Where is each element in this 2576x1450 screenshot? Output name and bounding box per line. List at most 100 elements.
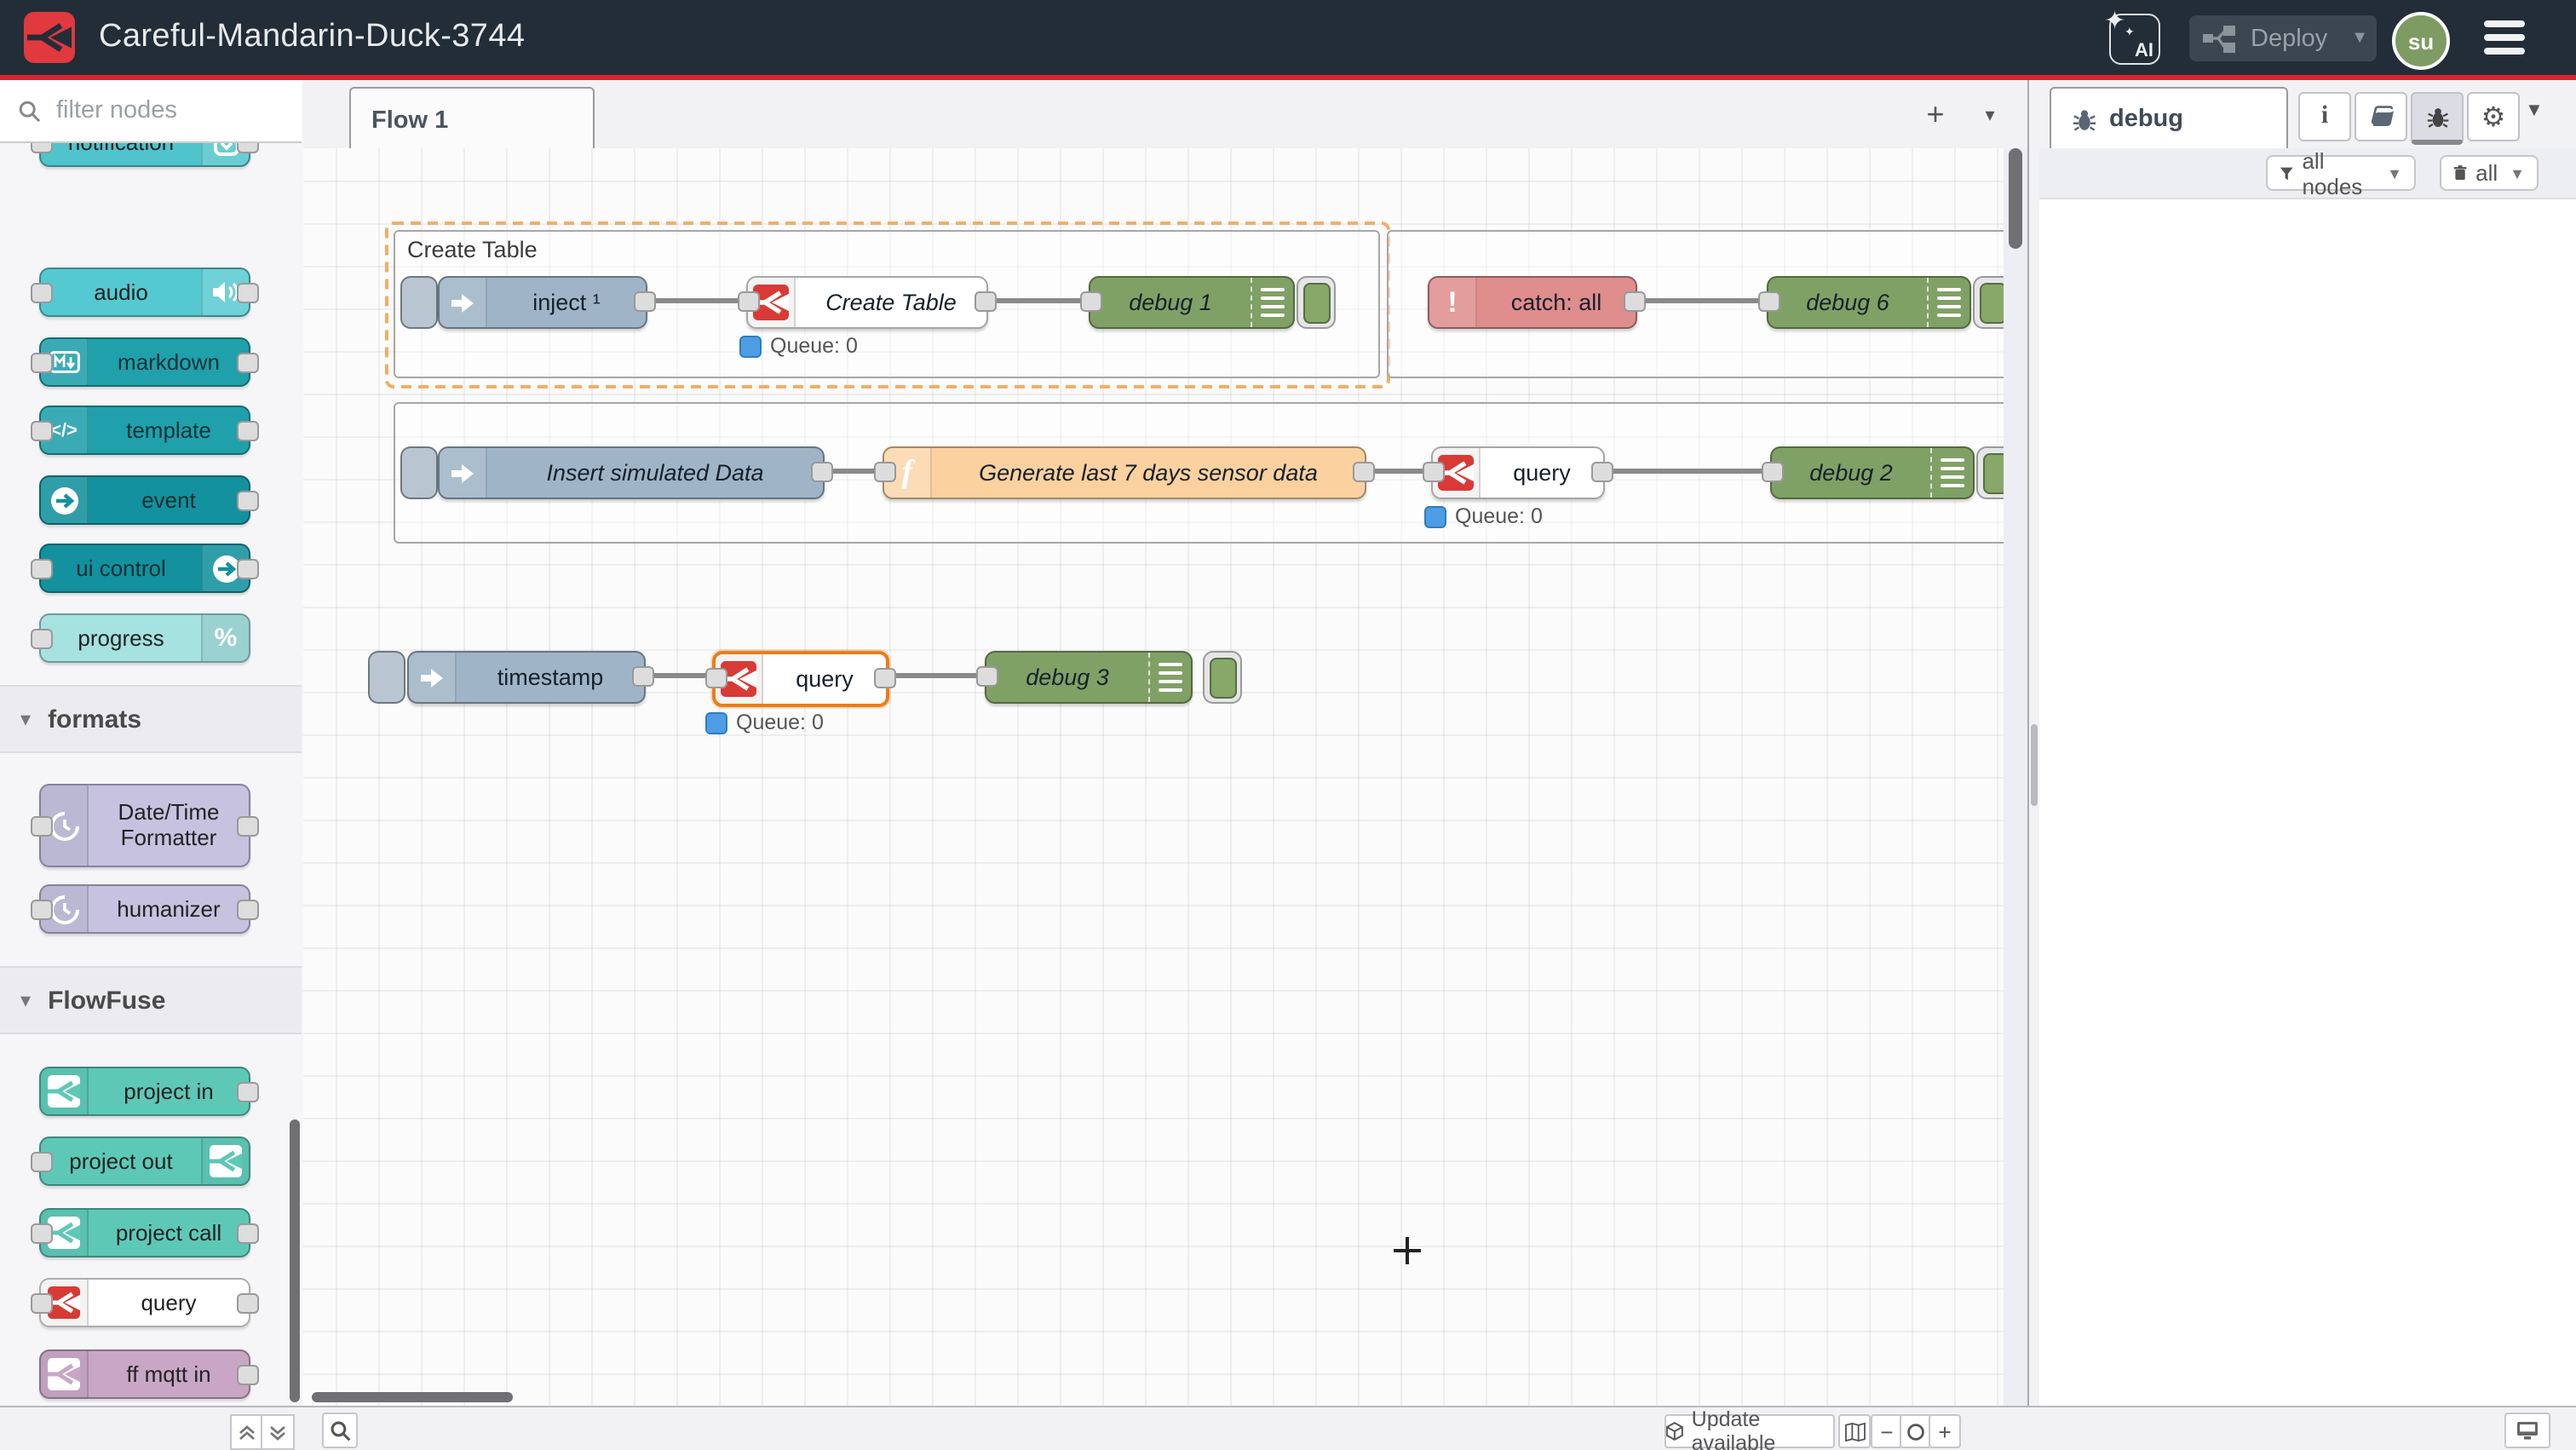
debug-sidebar-icon — [1148, 653, 1191, 702]
sidebar-tab-debug[interactable]: debug — [2050, 87, 2288, 150]
canvas-search-button[interactable] — [322, 1413, 358, 1448]
flow-list-button[interactable]: ▾ — [1971, 95, 2009, 133]
open-in-window-button[interactable] — [2504, 1413, 2550, 1448]
ai-label: AI — [2135, 41, 2153, 61]
exclamation-icon: ! — [1429, 278, 1477, 327]
inject-arrow-icon — [409, 653, 457, 702]
node-query-2[interactable]: query — [1431, 446, 1605, 499]
node-status: Queue: 0 — [739, 334, 858, 358]
ai-assistant-button[interactable]: ✦ ✦ AI — [2109, 14, 2160, 65]
flowfuse-icon — [41, 1068, 89, 1114]
palette-node-ui-control[interactable]: ui control — [39, 544, 250, 593]
chevron-down-icon: ▾ — [20, 988, 31, 1012]
sidebar-tab-help-button[interactable] — [2355, 92, 2407, 141]
wire[interactable] — [1595, 469, 1777, 474]
splitter-handle-icon — [2031, 724, 2038, 806]
debug-clear-button[interactable]: all ▼ — [2440, 155, 2539, 191]
palette-node-project-in[interactable]: project in — [39, 1067, 250, 1116]
debug-toggle-button[interactable] — [1297, 276, 1336, 329]
status-dot-icon — [705, 711, 727, 734]
node-debug-6[interactable]: debug 6 — [1767, 276, 1971, 329]
inject-trigger-button[interactable] — [400, 446, 438, 499]
zoom-reset-icon — [1906, 1422, 1925, 1441]
debug-toggle-button[interactable] — [1973, 276, 2004, 329]
user-avatar[interactable]: su — [2392, 12, 2450, 70]
palette-node-audio[interactable]: audio — [39, 268, 250, 317]
node-query-3-selected[interactable]: query — [712, 651, 889, 707]
debug-sidebar-icon — [1251, 278, 1293, 327]
deploy-button[interactable]: Deploy ▼ — [2189, 15, 2377, 61]
add-flow-button[interactable]: + — [1917, 95, 1954, 133]
zoom-in-button[interactable]: + — [1929, 1414, 1961, 1448]
debug-filter-button[interactable]: all nodes ▼ — [2266, 155, 2416, 191]
sidebar-tab-debug-button[interactable] — [2411, 92, 2464, 145]
node-generate-sensor-data[interactable]: f Generate last 7 days sensor data — [883, 446, 1366, 499]
node-status: Queue: 0 — [705, 711, 824, 734]
palette-node-query[interactable]: query — [39, 1278, 250, 1327]
sidebar-tabs-overflow-button[interactable]: ▼ — [2525, 101, 2544, 121]
navigator-button[interactable] — [1838, 1414, 1871, 1448]
palette-expand-all-button[interactable] — [261, 1414, 295, 1450]
debug-toggle-button[interactable] — [1203, 651, 1242, 704]
sidebar-tab-config-button[interactable]: ⚙ — [2467, 92, 2520, 141]
chevron-down-icon: ▾ — [20, 707, 31, 731]
map-icon — [1844, 1422, 1865, 1441]
inject-trigger-button[interactable] — [400, 276, 438, 329]
palette-collapse-all-button[interactable] — [230, 1414, 264, 1450]
canvas-vertical-scrollbar[interactable] — [2008, 148, 2021, 249]
deploy-label: Deploy — [2251, 25, 2327, 52]
flowfuse-logo-icon — [24, 12, 75, 63]
palette-node-progress[interactable]: progress % — [39, 613, 250, 663]
bug-icon — [2425, 105, 2449, 129]
palette-node-datetime-formatter[interactable]: Date/Time Formatter — [39, 784, 250, 867]
deploy-caret-icon[interactable]: ▼ — [2351, 29, 2368, 48]
zoom-out-button[interactable]: − — [1871, 1414, 1903, 1448]
node-timestamp[interactable]: timestamp — [407, 651, 646, 704]
flow-tabbar: Flow 1 + ▾ — [303, 80, 2041, 150]
palette-section-flowfuse[interactable]: ▾ FlowFuse — [0, 966, 302, 1034]
node-debug-3[interactable]: debug 3 — [985, 651, 1193, 704]
flowfuse-icon — [201, 1138, 249, 1184]
palette-filter[interactable] — [0, 80, 302, 143]
search-icon — [19, 100, 41, 122]
palette-node-ff-mqtt-in[interactable]: ff mqtt in — [39, 1349, 250, 1399]
inject-arrow-icon — [440, 278, 487, 327]
node-debug-2[interactable]: debug 2 — [1770, 446, 1975, 499]
sidebar-tab-info-button[interactable]: i — [2298, 92, 2351, 141]
palette-node-humanizer[interactable]: humanizer — [39, 884, 250, 934]
main-menu-button[interactable] — [2484, 20, 2525, 55]
inject-trigger-button[interactable] — [368, 651, 405, 704]
zoom-reset-button[interactable] — [1900, 1414, 1932, 1448]
node-palette: notification audio markdown </> tem — [0, 80, 305, 1406]
search-icon — [330, 1420, 350, 1441]
update-available-button[interactable]: Update available — [1665, 1414, 1835, 1448]
node-insert-simulated-data[interactable]: Insert simulated Data — [438, 446, 825, 499]
palette-node-event[interactable]: event — [39, 475, 250, 525]
node-catch-all[interactable]: ! catch: all — [1428, 276, 1637, 329]
palette-node-markdown[interactable]: markdown — [39, 337, 250, 387]
palette-node-project-out[interactable]: project out — [39, 1136, 250, 1186]
node-debug-1[interactable]: debug 1 — [1089, 276, 1295, 329]
monitor-icon — [2516, 1421, 2539, 1440]
node-create-table-query[interactable]: Create Table — [746, 276, 988, 329]
debug-sidebar-icon — [1927, 278, 1969, 327]
canvas-horizontal-scrollbar[interactable] — [312, 1392, 513, 1402]
tab-flow-1[interactable]: Flow 1 — [349, 87, 595, 152]
node-status: Queue: 0 — [1424, 504, 1543, 528]
palette-scrollbar[interactable] — [290, 1119, 300, 1402]
right-sidebar: debug i ⚙ ▼ — [2039, 80, 2576, 1450]
palette-filter-input[interactable] — [53, 95, 281, 126]
debug-toggle-button[interactable] — [1976, 446, 2004, 499]
sidebar-footer — [2039, 1406, 2576, 1450]
flowfuse-icon — [41, 1351, 89, 1397]
inject-arrow-icon — [440, 448, 487, 498]
palette-section-formats[interactable]: ▾ formats — [0, 685, 302, 753]
gear-icon: ⚙ — [2481, 100, 2506, 134]
palette-node-project-call[interactable]: project call — [39, 1208, 250, 1257]
flow-canvas[interactable]: Create Table inject ¹ Create Table — [303, 148, 2004, 1406]
wire[interactable] — [1627, 298, 1774, 303]
palette-node-template[interactable]: </> template — [39, 406, 250, 455]
sidebar-tabrow: debug i ⚙ ▼ — [2039, 80, 2576, 150]
node-inject-1[interactable]: inject ¹ — [438, 276, 647, 329]
percent-icon: % — [201, 615, 249, 661]
